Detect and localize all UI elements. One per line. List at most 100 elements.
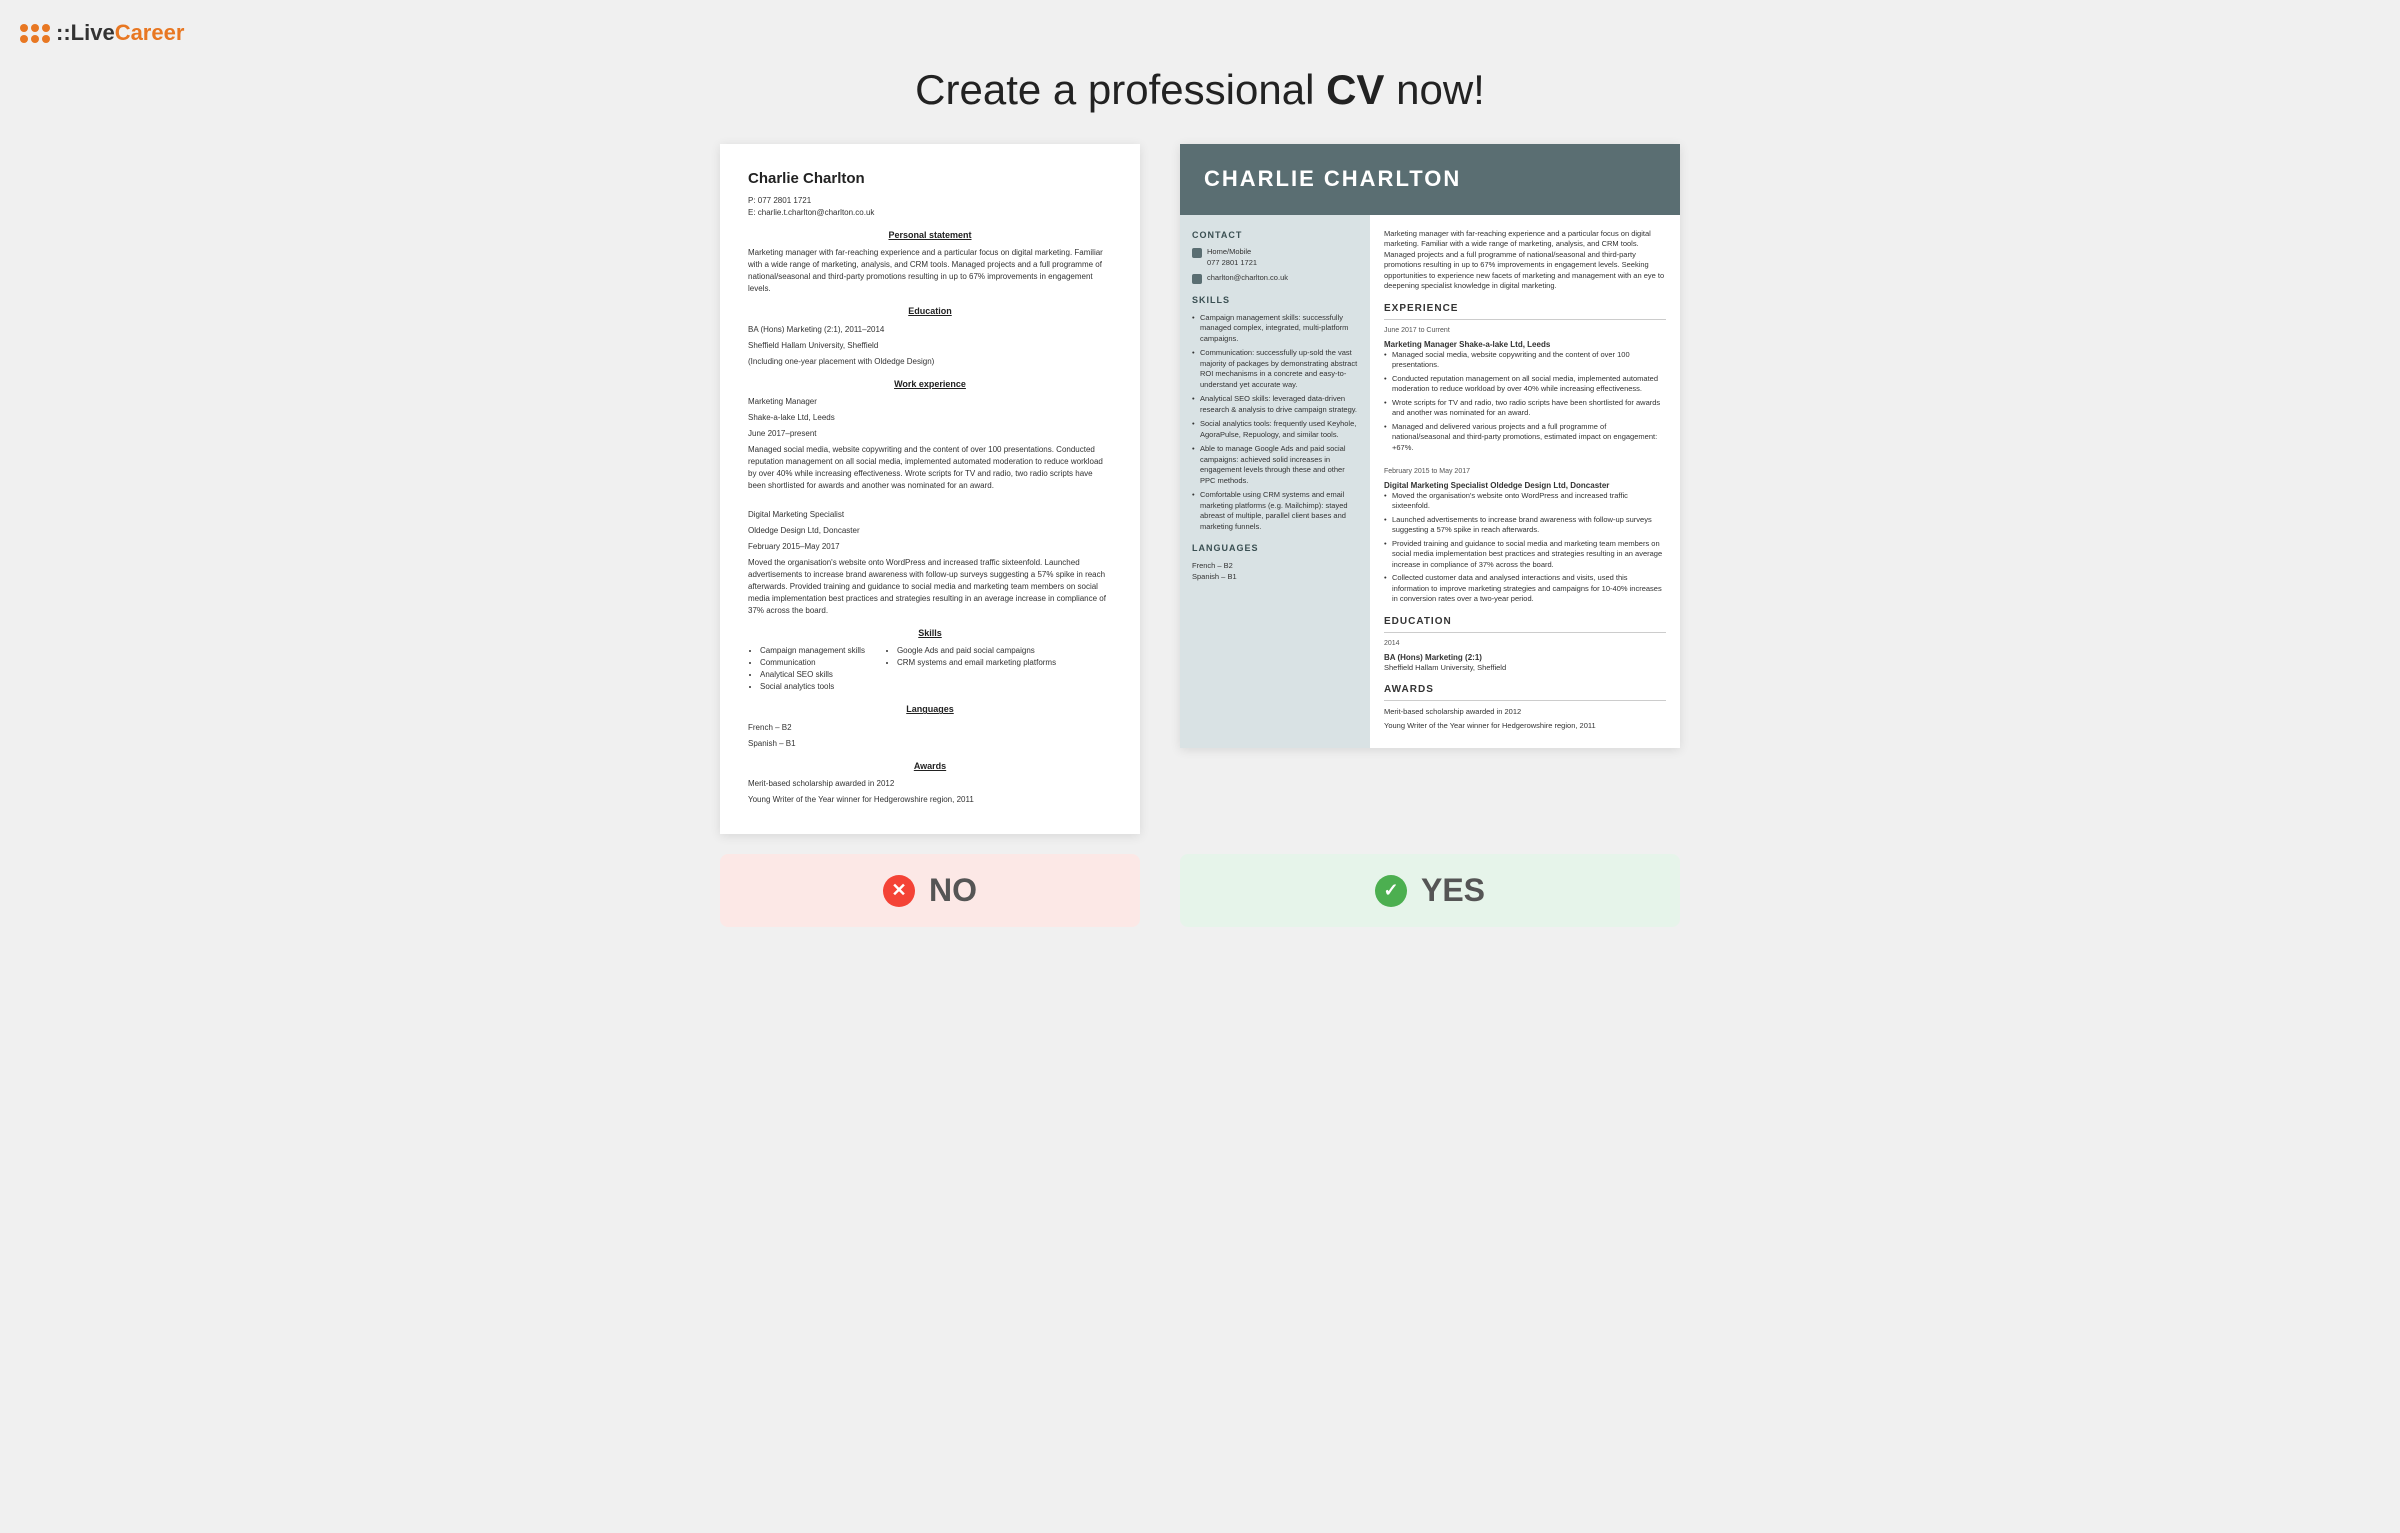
logo-dot-4 (20, 35, 28, 43)
good-cv-job2-title: Digital Marketing Specialist Oldedge Des… (1384, 480, 1666, 491)
good-cv-phone-label: Home/Mobile (1207, 247, 1257, 258)
bad-cv-award1: Merit-based scholarship awarded in 2012 (748, 778, 1112, 790)
list-item: Managed social media, website copywritin… (1384, 350, 1666, 371)
yes-label: YES (1421, 872, 1485, 909)
headline-prefix: Create a professional (915, 66, 1326, 113)
list-item: Social analytics tools: frequently used … (1192, 419, 1358, 440)
list-item: Conducted reputation management on all s… (1384, 374, 1666, 395)
logo-text: ::LiveCareer (56, 20, 184, 46)
no-label: NO (929, 872, 977, 909)
good-cv-skills-title: SKILLS (1192, 294, 1358, 307)
logo-career: Career (115, 20, 185, 45)
good-cv-experience-title: EXPERIENCE (1384, 302, 1666, 320)
email-icon (1192, 274, 1202, 284)
bad-cv-personal-title: Personal statement (748, 229, 1112, 243)
good-cv-job1-dates: June 2017 to Current (1384, 326, 1666, 336)
bad-cv-skills-left: Campaign management skills Communication… (748, 645, 865, 693)
bad-cv-phone: P: 077 2801 1721 (748, 195, 1112, 207)
bad-cv-award2: Young Writer of the Year winner for Hedg… (748, 794, 1112, 806)
good-cv-lang2: Spanish – B1 (1192, 572, 1358, 583)
bad-cv-education-title: Education (748, 305, 1112, 319)
bad-cv-education-school: Sheffield Hallam University, Sheffield (748, 340, 1112, 352)
good-cv-edu-school: Sheffield Hallam University, Sheffield (1384, 663, 1666, 674)
bad-cv-education-note: (Including one-year placement with Olded… (748, 356, 1112, 368)
headline-bold: CV (1326, 66, 1384, 113)
list-item: Managed and delivered various projects a… (1384, 422, 1666, 454)
good-cv-name: CHARLIE CHARLTON (1204, 164, 1656, 195)
headline: Create a professional CV now! (20, 66, 2380, 114)
bad-cv-job1-title: Marketing Manager (748, 396, 1112, 408)
good-cv-edu-year: 2014 (1384, 639, 1666, 649)
list-item: Analytical SEO skills: leveraged data-dr… (1192, 394, 1358, 415)
cv-good: CHARLIE CHARLTON CONTACT Home/Mobile 077… (1180, 144, 1680, 748)
cv-bad: Charlie Charlton P: 077 2801 1721 E: cha… (720, 144, 1140, 834)
bad-cv-job1-dates: June 2017–present (748, 428, 1112, 440)
good-cv-body: CONTACT Home/Mobile 077 2801 1721 charlt… (1180, 215, 1680, 748)
bad-cv-job1-desc: Managed social media, website copywritin… (748, 444, 1112, 492)
bad-cv-contact: P: 077 2801 1721 E: charlie.t.charlton@c… (748, 195, 1112, 219)
bad-cv-name: Charlie Charlton (748, 168, 1112, 191)
good-cv-contact-phone: Home/Mobile 077 2801 1721 (1192, 247, 1358, 268)
logo-dots (20, 24, 50, 43)
list-item: Social analytics tools (760, 681, 865, 693)
bad-cv-languages-title: Languages (748, 703, 1112, 717)
good-cv-contact-email: charlton@charlton.co.uk (1192, 273, 1358, 284)
good-cv-languages-title: LANGUAGES (1192, 542, 1358, 555)
logo-dot-5 (31, 35, 39, 43)
button-row: ✕ NO ✓ YES (20, 854, 2380, 927)
list-item: Comfortable using CRM systems and email … (1192, 490, 1358, 532)
good-cv-phone-number: 077 2801 1721 (1207, 258, 1257, 269)
bad-cv-skills-right: Google Ads and paid social campaigns CRM… (885, 645, 1056, 693)
yes-icon: ✓ (1375, 875, 1407, 907)
list-item: Moved the organisation's website onto Wo… (1384, 491, 1666, 512)
bad-cv-skills-title: Skills (748, 627, 1112, 641)
list-item: Communication (760, 657, 865, 669)
list-item: Google Ads and paid social campaigns (897, 645, 1056, 657)
list-item: CRM systems and email marketing platform… (897, 657, 1056, 669)
list-item: Able to manage Google Ads and paid socia… (1192, 444, 1358, 486)
no-icon: ✕ (883, 875, 915, 907)
no-button[interactable]: ✕ NO (720, 854, 1140, 927)
good-cv-sidebar: CONTACT Home/Mobile 077 2801 1721 charlt… (1180, 215, 1370, 748)
bad-cv-job2-dates: February 2015–May 2017 (748, 541, 1112, 553)
bad-cv-skills-cols: Campaign management skills Communication… (748, 645, 1112, 693)
logo-dot-1 (20, 24, 28, 32)
good-cv-contact-title: CONTACT (1192, 229, 1358, 242)
page-header: ::LiveCareer (20, 20, 2380, 46)
bad-cv-education-degree: BA (Hons) Marketing (2:1), 2011–2014 (748, 324, 1112, 336)
phone-icon (1192, 248, 1202, 258)
list-item: Communication: successfully up-sold the … (1192, 348, 1358, 390)
bad-cv-personal-text: Marketing manager with far-reaching expe… (748, 247, 1112, 295)
cv-comparison: Charlie Charlton P: 077 2801 1721 E: cha… (20, 144, 2380, 834)
list-item: Collected customer data and analysed int… (1384, 573, 1666, 605)
bad-cv-job2-title: Digital Marketing Specialist (748, 509, 1112, 521)
good-cv-header: CHARLIE CHARLTON (1180, 144, 1680, 215)
bad-cv-email: E: charlie.t.charlton@charlton.co.uk (748, 207, 1112, 219)
logo-live: ::Live (56, 20, 115, 45)
good-cv-award1: Merit-based scholarship awarded in 2012 (1384, 707, 1666, 718)
headline-suffix: now! (1384, 66, 1484, 113)
good-cv-job2-dates: February 2015 to May 2017 (1384, 467, 1666, 477)
bad-cv-lang1: French – B2 (748, 722, 1112, 734)
bad-cv-skills-left-list: Campaign management skills Communication… (748, 645, 865, 693)
good-cv-main: Marketing manager with far-reaching expe… (1370, 215, 1680, 748)
yes-button[interactable]: ✓ YES (1180, 854, 1680, 927)
good-cv-job1-title: Marketing Manager Shake-a-lake Ltd, Leed… (1384, 339, 1666, 350)
bad-cv-job2-desc: Moved the organisation's website onto Wo… (748, 557, 1112, 617)
good-cv-education-title: EDUCATION (1384, 615, 1666, 633)
logo: ::LiveCareer (20, 20, 184, 46)
good-cv-lang1: French – B2 (1192, 561, 1358, 572)
good-cv-email-address: charlton@charlton.co.uk (1207, 273, 1288, 284)
list-item: Provided training and guidance to social… (1384, 539, 1666, 571)
good-cv-summary: Marketing manager with far-reaching expe… (1384, 229, 1666, 292)
bad-cv-job1-company: Shake-a-lake Ltd, Leeds (748, 412, 1112, 424)
logo-dot-3 (42, 24, 50, 32)
good-cv-edu-degree: BA (Hons) Marketing (2:1) (1384, 652, 1666, 663)
list-item: Campaign management skills: successfully… (1192, 313, 1358, 345)
list-item: Wrote scripts for TV and radio, two radi… (1384, 398, 1666, 419)
good-cv-award2: Young Writer of the Year winner for Hedg… (1384, 721, 1666, 732)
list-item: Analytical SEO skills (760, 669, 865, 681)
logo-dot-6 (42, 35, 50, 43)
bad-cv-job2-company: Oldedge Design Ltd, Doncaster (748, 525, 1112, 537)
good-cv-phone-text: Home/Mobile 077 2801 1721 (1207, 247, 1257, 268)
